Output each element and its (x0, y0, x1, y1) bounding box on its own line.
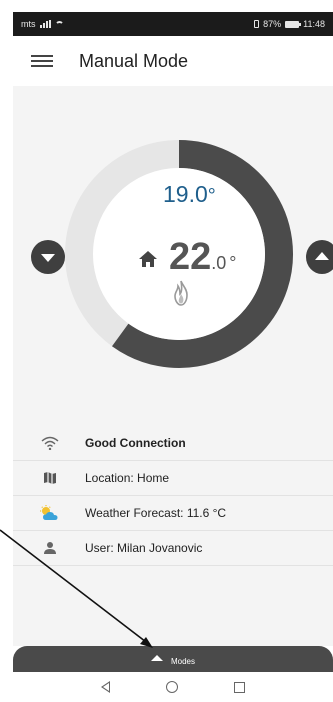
chevron-down-icon (41, 254, 55, 262)
clock: 11:48 (303, 19, 325, 29)
connection-status: Good Connection (85, 436, 186, 450)
recent-apps-icon[interactable] (234, 681, 245, 693)
carrier-label: mts (21, 19, 36, 29)
decrease-temperature-button[interactable] (31, 240, 65, 274)
page-title: Manual Mode (79, 50, 189, 71)
current-temperature: 22.0 ° (169, 236, 237, 279)
info-row-weather: Weather Forecast: 11.6 °C (13, 496, 333, 531)
weather-partly-sunny-icon (35, 505, 65, 521)
setpoint-temperature: 19.0° (163, 181, 253, 208)
current-temperature-decimal: .0 (211, 253, 227, 273)
system-navigation-bar (13, 672, 333, 702)
home-icon[interactable] (166, 681, 178, 693)
battery-percent: 87% (263, 19, 282, 29)
hamburger-menu-icon[interactable] (31, 52, 53, 70)
chevron-up-icon (315, 252, 329, 260)
status-right: 87% 11:48 (254, 19, 325, 29)
info-row-connection: Good Connection (13, 426, 333, 461)
app-bar: Manual Mode (13, 36, 333, 86)
info-row-user: User: Milan Jovanovic (13, 531, 333, 566)
setpoint-unit: ° (207, 185, 216, 207)
info-list: Good Connection Location: Home Weather F… (13, 426, 333, 566)
flame-icon (174, 280, 188, 306)
map-icon (35, 471, 65, 485)
modes-drawer-handle[interactable]: Modes (13, 646, 333, 672)
wifi-status-icon (54, 20, 64, 28)
modes-label: Modes (170, 656, 195, 666)
battery-icon (285, 20, 302, 28)
vibrate-icon (254, 20, 260, 28)
user-icon (35, 541, 65, 555)
increase-temperature-button[interactable] (306, 240, 333, 274)
signal-icon (39, 20, 51, 28)
chevron-up-icon (150, 655, 163, 661)
info-row-location: Location: Home (13, 461, 333, 496)
house-icon (139, 251, 157, 267)
status-left: mts (21, 19, 64, 29)
setpoint-value: 19.0 (163, 181, 208, 207)
status-bar: mts 87% 11:48 (13, 12, 333, 36)
location-text: Location: Home (85, 471, 170, 485)
wifi-icon (35, 436, 65, 450)
user-text: User: Milan Jovanovic (85, 541, 203, 555)
current-temperature-whole: 22 (169, 236, 212, 278)
current-temperature-unit: ° (229, 253, 237, 273)
back-icon[interactable] (101, 681, 110, 693)
weather-forecast-text: Weather Forecast: 11.6 °C (85, 506, 227, 520)
main-content: 19.0° 22.0 ° Good Connection Location: H… (13, 86, 333, 646)
